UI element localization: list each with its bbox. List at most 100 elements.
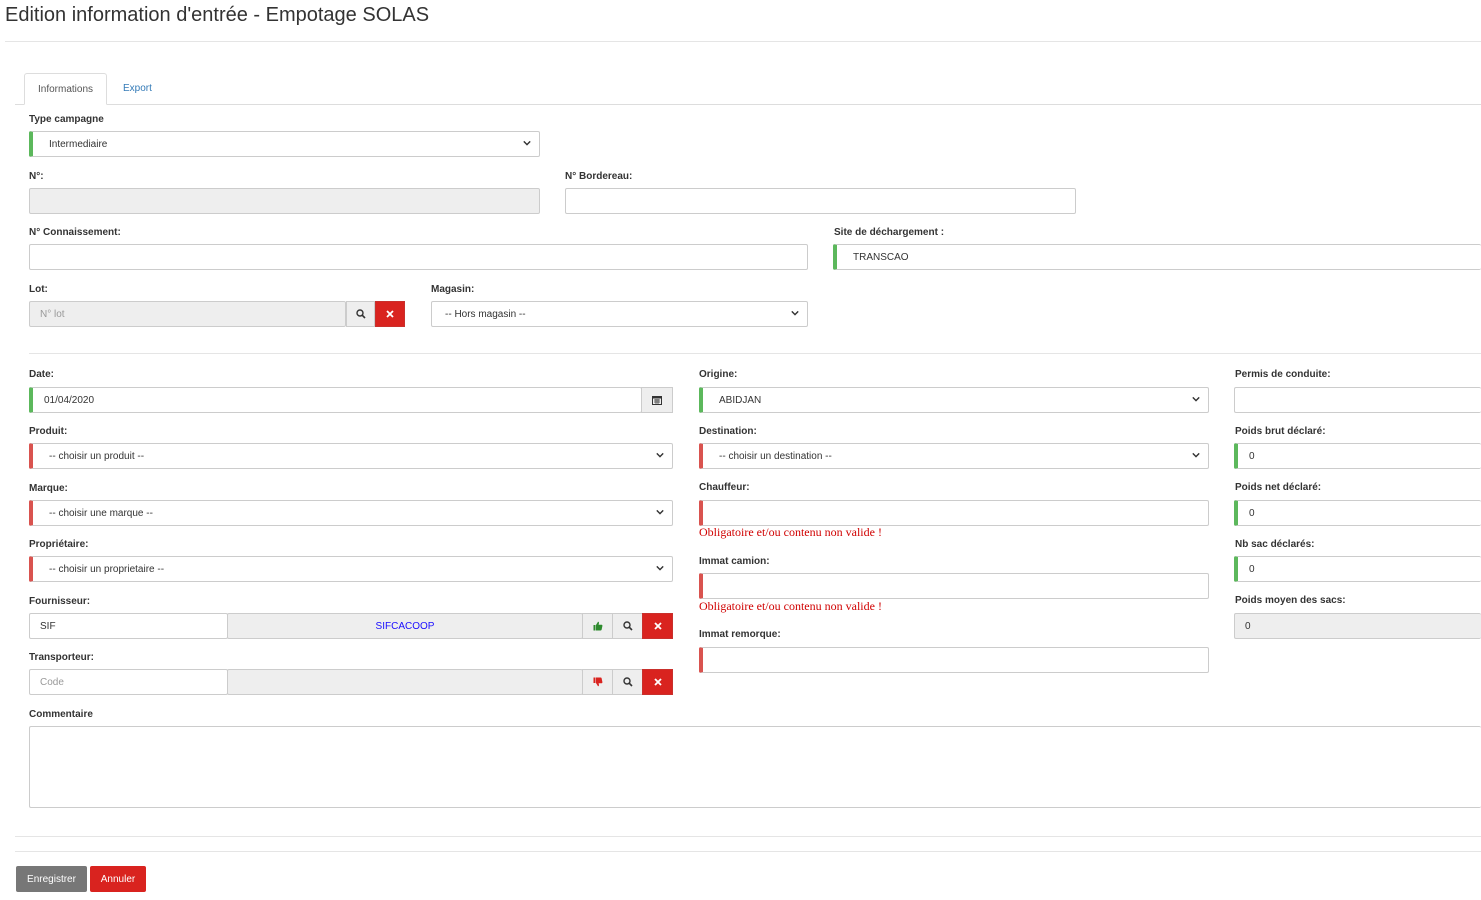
- immat-camion-label: Immat camion:: [699, 556, 770, 567]
- commentaire-label: Commentaire: [29, 709, 93, 720]
- site-dechargement-value: TRANSCAO: [853, 251, 909, 263]
- magasin-value: -- Hors magasin --: [445, 308, 526, 320]
- fournisseur-clear-button[interactable]: [642, 613, 673, 639]
- poids-brut-value: 0: [1249, 450, 1255, 462]
- date-value: 01/04/2020: [44, 394, 95, 406]
- search-icon: [355, 309, 366, 319]
- origine-value: ABIDJAN: [719, 394, 762, 406]
- chevron-down-icon: [656, 452, 664, 458]
- transporteur-name: [227, 669, 583, 695]
- poids-brut-input[interactable]: 0: [1234, 443, 1481, 469]
- produit-value: -- choisir un produit --: [49, 450, 145, 462]
- poids-moyen-label: Poids moyen des sacs:: [1235, 595, 1346, 606]
- tabs-baseline: [15, 104, 1481, 105]
- chevron-down-icon: [656, 565, 664, 571]
- chevron-down-icon: [656, 509, 664, 515]
- immat-camion-error: Obligatoire et/ou contenu non valide !: [699, 599, 882, 613]
- fournisseur-name: SIFCACOOP: [227, 613, 583, 639]
- bordereau-label: N° Bordereau:: [565, 171, 633, 182]
- connaissement-input[interactable]: [29, 244, 808, 270]
- marque-label: Marque:: [29, 483, 68, 494]
- destination-select[interactable]: -- choisir un destination --: [699, 443, 1209, 469]
- immat-remorque-input[interactable]: [699, 647, 1209, 673]
- fournisseur-code-input[interactable]: SIF: [29, 613, 228, 639]
- commentaire-textarea[interactable]: [29, 726, 1481, 808]
- tab-export[interactable]: Export: [110, 73, 170, 105]
- chauffeur-input[interactable]: [699, 500, 1209, 526]
- cancel-button[interactable]: Annuler: [90, 866, 146, 892]
- type-campagne-label: Type campagne: [29, 114, 104, 125]
- page-title: Edition information d'entrée - Empotage …: [5, 4, 430, 26]
- poids-moyen-input: 0: [1234, 613, 1481, 639]
- tab-informations[interactable]: Informations: [24, 73, 107, 105]
- poids-brut-label: Poids brut déclaré:: [1235, 426, 1326, 437]
- marque-select[interactable]: -- choisir une marque --: [29, 500, 673, 526]
- immat-camion-input[interactable]: [699, 573, 1209, 599]
- proprietaire-select[interactable]: -- choisir un proprietaire --: [29, 556, 673, 582]
- permis-label: Permis de conduite:: [1235, 369, 1331, 380]
- nb-sac-value: 0: [1249, 563, 1255, 575]
- site-dechargement-input[interactable]: TRANSCAO: [833, 244, 1481, 270]
- footer-divider-2: [15, 851, 1481, 852]
- chevron-down-icon: [791, 310, 799, 316]
- date-picker-button[interactable]: [641, 387, 673, 413]
- fournisseur-status: [582, 613, 613, 639]
- produit-select[interactable]: -- choisir un produit --: [29, 443, 673, 469]
- title-divider: [5, 41, 1481, 42]
- nb-sac-input[interactable]: 0: [1234, 556, 1481, 582]
- chevron-down-icon: [1192, 396, 1200, 402]
- destination-value: -- choisir un destination --: [719, 450, 832, 462]
- permis-input[interactable]: [1234, 387, 1481, 413]
- close-icon: [653, 678, 662, 686]
- section-divider: [29, 353, 1481, 354]
- date-input[interactable]: 01/04/2020: [29, 387, 642, 413]
- transporteur-clear-button[interactable]: [642, 669, 673, 695]
- fournisseur-code: SIF: [40, 620, 56, 632]
- numero-label: N°:: [29, 171, 44, 182]
- origine-select[interactable]: ABIDJAN: [699, 387, 1209, 413]
- type-campagne-value: Intermediaire: [49, 138, 108, 150]
- poids-net-label: Poids net déclaré:: [1235, 482, 1322, 493]
- site-dechargement-label: Site de déchargement :: [834, 227, 945, 238]
- poids-moyen-value: 0: [1245, 620, 1251, 632]
- poids-net-input[interactable]: 0: [1234, 500, 1481, 526]
- close-icon: [386, 310, 394, 318]
- poids-net-value: 0: [1249, 507, 1255, 519]
- search-icon: [622, 677, 633, 687]
- origine-label: Origine:: [699, 369, 738, 380]
- lot-clear-button[interactable]: [375, 301, 405, 327]
- chauffeur-label: Chauffeur:: [699, 482, 750, 493]
- transporteur-search-button[interactable]: [612, 669, 643, 695]
- bordereau-input[interactable]: [565, 188, 1076, 214]
- calendar-icon: [652, 396, 662, 405]
- fournisseur-label: Fournisseur:: [29, 596, 91, 607]
- immat-remorque-label: Immat remorque:: [699, 629, 781, 640]
- destination-label: Destination:: [699, 426, 757, 437]
- lot-label: Lot:: [29, 284, 48, 295]
- produit-label: Produit:: [29, 426, 68, 437]
- close-icon: [653, 622, 662, 630]
- transporteur-status: [582, 669, 613, 695]
- fournisseur-name-text: SIFCACOOP: [375, 620, 435, 632]
- transporteur-placeholder: Code: [40, 676, 64, 688]
- transporteur-code-input[interactable]: Code: [29, 669, 228, 695]
- type-campagne-select[interactable]: Intermediaire: [29, 131, 540, 157]
- lot-search-button[interactable]: [346, 301, 375, 327]
- date-label: Date:: [29, 369, 55, 380]
- lot-input[interactable]: N° lot: [29, 301, 346, 327]
- transporteur-label: Transporteur:: [29, 652, 95, 663]
- marque-value: -- choisir une marque --: [49, 507, 153, 519]
- chevron-down-icon: [523, 140, 531, 146]
- fournisseur-search-button[interactable]: [612, 613, 643, 639]
- thumbs-down-icon: [593, 677, 602, 687]
- numero-input[interactable]: [29, 188, 540, 214]
- lot-placeholder: N° lot: [40, 308, 65, 320]
- footer-divider-1: [15, 836, 1481, 837]
- nb-sac-label: Nb sac déclarés:: [1235, 539, 1315, 550]
- proprietaire-value: -- choisir un proprietaire --: [49, 563, 165, 575]
- magasin-label: Magasin:: [431, 284, 475, 295]
- save-button[interactable]: Enregistrer: [16, 866, 87, 892]
- search-icon: [622, 621, 633, 631]
- magasin-select[interactable]: -- Hors magasin --: [431, 301, 808, 327]
- chevron-down-icon: [1192, 452, 1200, 458]
